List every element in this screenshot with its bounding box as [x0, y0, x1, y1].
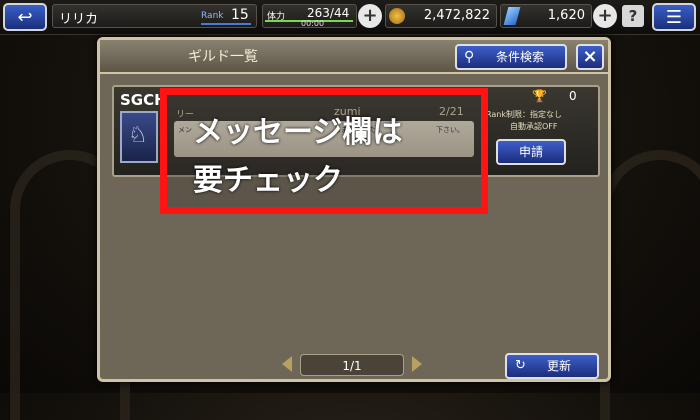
add-gem-button[interactable]: +	[593, 4, 617, 28]
top-status-bar: ↩ リリカ Rank 15 体力 263/44 00:00 + 2,472,82…	[0, 0, 700, 35]
rank-limit: Rank制限：指定なし	[486, 110, 562, 119]
refresh-label: 更新	[546, 359, 571, 373]
auto-approve-status: 自動承認OFF	[510, 122, 558, 131]
player-info-field: リリカ Rank 15	[52, 4, 257, 28]
panel-header: ギルド一覧 ⚲ 条件検索 ×	[100, 40, 608, 74]
filter-search-button[interactable]: ⚲ 条件検索	[455, 44, 567, 70]
add-stamina-button[interactable]: +	[358, 4, 382, 28]
gil-value: 2,472,822	[423, 8, 490, 23]
search-icon: ⚲	[464, 49, 475, 65]
close-button[interactable]: ×	[576, 44, 604, 70]
gem-value: 1,620	[547, 8, 585, 23]
trophy-icon: 🏆	[532, 89, 547, 103]
page-indicator: 1/1	[300, 354, 404, 376]
player-name: リリカ	[59, 12, 99, 27]
trophy-count: 0	[569, 89, 577, 103]
stamina-field: 体力 263/44 00:00	[262, 4, 357, 28]
refresh-button[interactable]: ↻ 更新	[505, 353, 599, 379]
gil-coin-icon	[389, 8, 405, 24]
background-arch-right	[600, 150, 700, 420]
next-page-arrow-icon[interactable]	[412, 356, 422, 372]
rank-value: 15	[231, 7, 249, 23]
filter-search-label: 条件検索	[495, 50, 544, 64]
rank-progress-bar	[201, 23, 251, 25]
refresh-icon: ↻	[515, 358, 526, 373]
back-button[interactable]: ↩	[3, 3, 47, 31]
apply-button[interactable]: 申請	[496, 139, 566, 165]
panel-title: ギルド一覧	[188, 49, 258, 65]
stamina-value: 263/44	[307, 6, 350, 20]
guild-emblem-icon: ♘	[120, 111, 158, 163]
annotation-callout: メッセージ欄は 要チェック	[160, 88, 488, 214]
hamburger-menu-icon: ☰	[665, 6, 683, 28]
menu-button[interactable]: ☰	[652, 3, 696, 31]
help-button[interactable]: ?	[622, 5, 644, 27]
prev-page-arrow-icon[interactable]	[282, 356, 292, 372]
annotation-line-2: 要チェック	[193, 163, 343, 198]
back-arrow-icon: ↩	[17, 6, 33, 28]
stamina-timer: 00:00	[301, 19, 325, 28]
annotation-line-1: メッセージ欄は	[193, 115, 403, 150]
rank-label: Rank	[201, 11, 224, 21]
